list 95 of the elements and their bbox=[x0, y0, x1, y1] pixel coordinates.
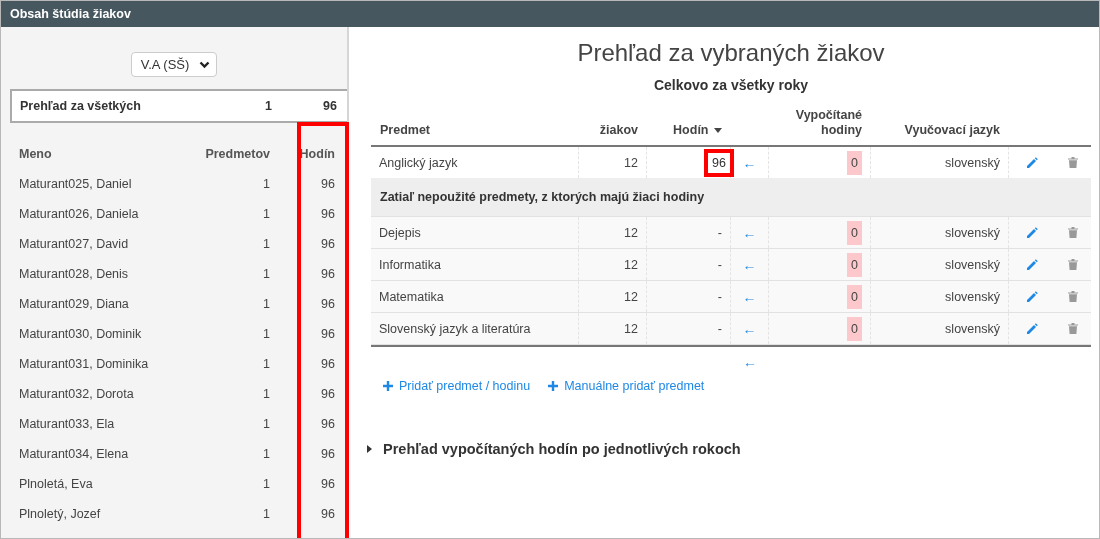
hours-count: 96 bbox=[320, 177, 336, 191]
pencil-icon[interactable] bbox=[1025, 156, 1038, 169]
subject-count: 1 bbox=[262, 357, 270, 371]
column-header: Vypočítané hodiny bbox=[794, 108, 863, 139]
hours-value: - bbox=[716, 320, 723, 338]
hours-count: 96 bbox=[320, 417, 336, 431]
arrow-link[interactable]: ← bbox=[742, 224, 757, 241]
column-header: Meno bbox=[19, 147, 53, 161]
student-name[interactable]: Maturant032, Dorota bbox=[19, 387, 195, 401]
add-link[interactable]: Manuálne pridať predmet bbox=[548, 379, 705, 393]
subject-count: 1 bbox=[262, 297, 270, 311]
hours-count: 96 bbox=[320, 297, 336, 311]
subject-count: 1 bbox=[262, 177, 270, 191]
subject-count: 1 bbox=[262, 477, 270, 491]
language: slovenský bbox=[871, 217, 1009, 248]
hours-count: 96 bbox=[320, 507, 336, 521]
window-title: Obsah štúdia žiakov bbox=[1, 1, 1099, 27]
subject-count: 1 bbox=[262, 237, 270, 251]
trash-icon[interactable] bbox=[1067, 291, 1078, 302]
subject-count: 1 bbox=[262, 417, 270, 431]
hours-value: - bbox=[716, 224, 723, 242]
student-name[interactable]: Maturant026, Daniela bbox=[19, 207, 195, 221]
student-count: 12 bbox=[579, 249, 647, 280]
caret-icon bbox=[367, 445, 372, 453]
plus-icon bbox=[548, 381, 559, 391]
hours-value: - bbox=[716, 288, 723, 306]
language: slovenský bbox=[871, 281, 1009, 312]
hours-count: 96 bbox=[320, 387, 336, 401]
student-name[interactable]: Plnoletý, Jozef bbox=[19, 507, 195, 521]
arrow-link[interactable]: ← bbox=[742, 154, 757, 171]
student-name[interactable]: Maturant031, Dominika bbox=[19, 357, 195, 371]
trash-icon[interactable] bbox=[1067, 323, 1078, 334]
language: slovenský bbox=[871, 249, 1009, 280]
subject-count: 1 bbox=[262, 387, 270, 401]
student-name[interactable]: Maturant029, Diana bbox=[19, 297, 195, 311]
add-link[interactable]: Pridať predmet / hodinu bbox=[383, 379, 531, 393]
column-header: Predmetov bbox=[204, 147, 270, 161]
pencil-icon[interactable] bbox=[1025, 322, 1038, 335]
column-header: žiakov bbox=[598, 123, 639, 139]
pencil-icon[interactable] bbox=[1025, 226, 1038, 239]
trash-icon[interactable] bbox=[1067, 227, 1078, 238]
computed-hours: 0 bbox=[847, 316, 862, 341]
subject-count: 1 bbox=[262, 327, 270, 341]
chevron-down-icon bbox=[199, 60, 211, 69]
column-header[interactable]: Hodín bbox=[647, 123, 731, 145]
column-header: Predmet bbox=[379, 123, 432, 139]
subject-count: 1 bbox=[262, 507, 270, 521]
student-count: 12 bbox=[579, 313, 647, 344]
collapsible-heading[interactable]: Prehľad vypočítaných hodín po jednotlivých rokoch bbox=[367, 441, 1091, 457]
pencil-icon[interactable] bbox=[1025, 290, 1038, 303]
hours-count: 96 bbox=[320, 207, 336, 221]
computed-hours: 0 bbox=[847, 284, 862, 309]
hours-count: 96 bbox=[320, 237, 336, 251]
hours-value: - bbox=[716, 256, 723, 274]
group-heading: Zatiaľ nepoužité predmety, z ktorých majú žiaci hodiny bbox=[380, 190, 705, 204]
trash-icon[interactable] bbox=[1067, 157, 1078, 168]
subject-name: Informatika bbox=[371, 249, 579, 280]
subject-count: 1 bbox=[262, 267, 270, 281]
hours-count: 96 bbox=[320, 447, 336, 461]
hours-count: 96 bbox=[320, 357, 336, 371]
subject-name: Matematika bbox=[371, 281, 579, 312]
hours-count: 96 bbox=[320, 267, 336, 281]
student-name[interactable]: Maturant034, Elena bbox=[19, 447, 195, 461]
highlighted-value: 96 bbox=[704, 148, 734, 177]
arrow-link[interactable]: ← bbox=[743, 354, 757, 370]
computed-hours: 0 bbox=[847, 252, 862, 277]
hours-count: 96 bbox=[320, 327, 336, 341]
subject-count: 1 bbox=[262, 207, 270, 221]
student-count: 12 bbox=[579, 217, 647, 248]
student-name[interactable]: Maturant030, Dominik bbox=[19, 327, 195, 341]
section-subtitle: Celkovo za všetky roky bbox=[652, 77, 810, 93]
caret-icon bbox=[714, 128, 722, 134]
arrow-link[interactable]: ← bbox=[742, 320, 757, 337]
plus-icon bbox=[383, 381, 393, 391]
page-title: Prehľad za vybraných žiakov bbox=[576, 39, 886, 67]
student-name[interactable]: Maturant025, Daniel bbox=[19, 177, 195, 191]
column-header: Vyučovací jazyk bbox=[903, 123, 1001, 139]
student-name[interactable]: Maturant033, Ela bbox=[19, 417, 195, 431]
student-name[interactable]: Maturant027, David bbox=[19, 237, 195, 251]
summary-row[interactable]: Prehľad za všetkých 1 96 bbox=[10, 89, 347, 123]
arrow-link[interactable]: ← bbox=[742, 288, 757, 305]
subject-count: 1 bbox=[262, 447, 270, 461]
language: slovenský bbox=[871, 313, 1009, 344]
student-name[interactable]: Plnoletá, Eva bbox=[19, 477, 195, 491]
computed-hours: 0 bbox=[847, 220, 862, 245]
arrow-link[interactable]: ← bbox=[742, 256, 757, 273]
trash-icon[interactable] bbox=[1067, 259, 1078, 270]
computed-hours: 0 bbox=[847, 150, 862, 175]
student-name[interactable]: Maturant028, Denis bbox=[19, 267, 195, 281]
hours-count: 96 bbox=[320, 477, 336, 491]
subject-name: Dejepis bbox=[371, 217, 579, 248]
subject-name: Slovenský jazyk a literatúra bbox=[371, 313, 579, 344]
student-count: 12 bbox=[579, 281, 647, 312]
pencil-icon[interactable] bbox=[1025, 258, 1038, 271]
class-select[interactable]: V.A (SŠ) bbox=[130, 52, 218, 77]
